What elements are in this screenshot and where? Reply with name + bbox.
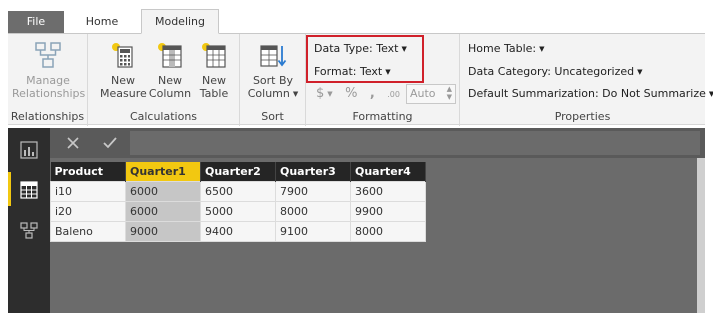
relationships-icon xyxy=(35,42,61,68)
sort-group-label: Sort xyxy=(261,110,284,123)
comma-button[interactable]: , xyxy=(370,86,375,101)
table-row: Baleno 9000 9400 9100 8000 xyxy=(50,220,426,242)
formula-bar xyxy=(50,128,705,158)
chevron-down-icon: ▼ xyxy=(539,45,545,53)
relationships-group: Manage Relationships Relationships xyxy=(8,34,88,126)
tab-modeling[interactable]: Modeling xyxy=(141,9,219,34)
data-view-icon[interactable] xyxy=(19,180,39,200)
table-cell[interactable]: 5000 xyxy=(200,200,276,222)
new-column-button[interactable]: New Column xyxy=(148,40,192,100)
table-cell[interactable]: 3600 xyxy=(350,180,426,202)
manage-relationships-button[interactable]: Manage Relationships xyxy=(12,40,86,100)
sort-label-2: Column xyxy=(247,87,290,100)
currency-button[interactable]: $ xyxy=(316,86,324,101)
column-header-quarter3[interactable]: Quarter3 xyxy=(275,162,351,181)
number-format-row: $ ▼ % , .00 xyxy=(316,86,400,101)
new-measure-button[interactable]: New Measure xyxy=(100,40,147,100)
close-icon[interactable] xyxy=(66,136,80,150)
column-header-quarter2[interactable]: Quarter2 xyxy=(200,162,276,181)
view-sidebar xyxy=(8,128,50,313)
table-cell[interactable]: 6500 xyxy=(200,180,276,202)
table-cell[interactable]: i10 xyxy=(50,180,126,202)
report-view-icon[interactable] xyxy=(19,140,39,160)
decimal-button[interactable]: .00 xyxy=(387,90,400,99)
new-table-label-2: Table xyxy=(199,87,229,100)
table-cell[interactable]: 6000 xyxy=(125,200,201,222)
default-summarization-dropdown[interactable]: Default Summarization: Do Not Summarize ▼ xyxy=(468,87,713,100)
column-header-quarter4[interactable]: Quarter4 xyxy=(350,162,426,181)
calculations-group: New Measure New Column New Table Calcula… xyxy=(88,34,240,126)
calculations-group-label: Calculations xyxy=(129,110,198,123)
home-table-label: Home Table: xyxy=(468,42,537,55)
formatting-highlight-box xyxy=(306,35,424,83)
default-summarization-label: Default Summarization: Do Not Summarize xyxy=(468,87,706,100)
sort-label-1: Sort By xyxy=(252,74,294,87)
sort-icon xyxy=(260,45,287,67)
column-header-quarter1[interactable]: Quarter1 xyxy=(125,162,201,181)
table-cell[interactable]: 9400 xyxy=(200,220,276,242)
new-table-button[interactable]: New Table xyxy=(194,40,234,100)
properties-group-label: Properties xyxy=(554,110,611,123)
ribbon-tabbar: File Home Modeling xyxy=(0,0,713,34)
relationships-group-label: Relationships xyxy=(10,110,85,123)
table-cell[interactable]: 8000 xyxy=(350,220,426,242)
formatting-group-label: Formatting xyxy=(352,110,413,123)
chevron-down-icon: ▼ xyxy=(637,68,643,76)
column-header-product[interactable]: Product xyxy=(50,162,126,181)
manage-label-2: Relationships xyxy=(12,87,86,100)
table-header-row: Product Quarter1 Quarter2 Quarter3 Quart… xyxy=(50,162,426,181)
new-measure-label-1: New xyxy=(111,74,135,87)
check-icon[interactable] xyxy=(102,136,118,150)
calculator-icon xyxy=(112,43,133,68)
table-cell[interactable]: 8000 xyxy=(275,200,351,222)
data-category-label: Data Category: Uncategorized xyxy=(468,65,635,78)
sort-by-column-button[interactable]: Sort By Column ▼ xyxy=(246,40,300,101)
percent-button[interactable]: % xyxy=(345,86,357,101)
new-column-label-2: Column xyxy=(148,87,192,100)
active-view-indicator xyxy=(8,172,11,206)
data-category-dropdown[interactable]: Data Category: Uncategorized ▼ xyxy=(468,65,643,78)
properties-group: Home Table: ▼ Data Category: Uncategorize… xyxy=(460,34,713,126)
data-table: Product Quarter1 Quarter2 Quarter3 Quart… xyxy=(50,162,426,242)
new-table-icon xyxy=(202,43,226,68)
vertical-scrollbar[interactable] xyxy=(697,158,705,313)
sort-group: Sort By Column ▼ Sort xyxy=(240,34,306,126)
home-table-dropdown[interactable]: Home Table: ▼ xyxy=(468,42,545,55)
chevron-down-icon: ▼ xyxy=(708,90,713,98)
table-row: i20 6000 5000 8000 9900 xyxy=(50,200,426,222)
table-cell[interactable]: 9000 xyxy=(125,220,201,242)
table-cell[interactable]: Baleno xyxy=(50,220,126,242)
relationship-view-icon[interactable] xyxy=(19,220,39,240)
table-cell[interactable]: 7900 xyxy=(275,180,351,202)
decimal-places-value: Auto xyxy=(410,87,436,100)
table-cell[interactable]: i20 xyxy=(50,200,126,222)
table-cell[interactable]: 6000 xyxy=(125,180,201,202)
manage-label-1: Manage xyxy=(26,74,70,87)
tab-home[interactable]: Home xyxy=(70,11,134,33)
table-cell[interactable]: 9100 xyxy=(275,220,351,242)
table-row: i10 6000 6500 7900 3600 xyxy=(50,180,426,202)
chevron-down-icon: ▼ xyxy=(292,90,299,98)
new-measure-label-2: Measure xyxy=(100,87,147,100)
spinner-icon[interactable]: ▲ ▼ xyxy=(447,85,452,101)
tab-file[interactable]: File xyxy=(8,11,64,33)
chevron-down-icon: ▼ xyxy=(327,90,333,98)
new-column-label-1: New xyxy=(158,74,182,87)
formula-input[interactable] xyxy=(130,131,700,155)
new-table-label-1: New xyxy=(202,74,226,87)
ribbon: Manage Relationships Relationships New M… xyxy=(8,33,713,126)
decimal-places-input[interactable]: Auto ▲ ▼ xyxy=(406,84,456,104)
table-cell[interactable]: 9900 xyxy=(350,200,426,222)
new-column-icon xyxy=(158,43,182,68)
